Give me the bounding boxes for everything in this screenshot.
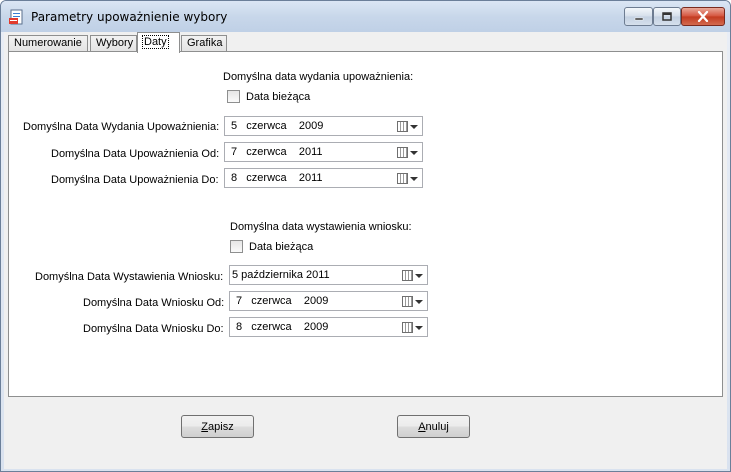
calendar-icon [397, 147, 408, 158]
calendar-icon [402, 270, 413, 281]
date-value: 8 czerwca 2009 [236, 321, 329, 333]
calendar-icon [397, 121, 408, 132]
date-picker-application-from[interactable]: 7 czerwca 2009 [229, 291, 428, 311]
field-label-application-to: Domyślna Data Wniosku Do: [83, 323, 224, 335]
cancel-button[interactable]: Anuluj [397, 415, 470, 438]
date-picker-application-date[interactable]: 5 października 2011 [229, 265, 428, 285]
dialog-client: Numerowanie Wybory Daty Grafika Domyślna… [4, 32, 727, 469]
date-picker-authorization-to[interactable]: 8 czerwca 2011 [224, 168, 423, 188]
date-value: 5 czerwca 2009 [231, 120, 324, 132]
close-button[interactable] [681, 7, 725, 26]
date-picker-authorization-from[interactable]: 7 czerwca 2011 [224, 142, 423, 162]
tab-label: Grafika [187, 37, 223, 49]
save-button[interactable]: Zapisz [181, 415, 254, 438]
save-button-label: Zapisz [201, 420, 234, 433]
current-date-checkbox[interactable] [227, 90, 240, 103]
current-date-checkbox-row[interactable]: Data bieżąca [227, 90, 310, 103]
tab-label: Daty [142, 35, 169, 49]
chevron-down-icon [415, 273, 423, 278]
maximize-icon [662, 12, 672, 21]
field-label-application-from: Domyślna Data Wniosku Od: [83, 297, 225, 309]
calendar-dropdown[interactable] [402, 321, 424, 334]
chevron-down-icon [410, 150, 418, 155]
checkbox-label: Data bieżąca [246, 90, 311, 103]
document-app-icon [9, 9, 23, 25]
chevron-down-icon [415, 325, 423, 330]
tab-wybory[interactable]: Wybory [90, 35, 137, 52]
calendar-icon [402, 296, 413, 307]
checkbox-label: Data bieżąca [249, 240, 314, 253]
chevron-down-icon [415, 299, 423, 304]
date-value: 5 października 2011 [232, 269, 330, 281]
tab-label: Numerowanie [14, 37, 82, 49]
current-date-checkbox-row[interactable]: Data bieżąca [230, 240, 313, 253]
calendar-icon [397, 173, 408, 184]
tab-numerowanie[interactable]: Numerowanie [8, 35, 88, 52]
tab-panel-daty: Domyślna data wydania upoważnienia: Data… [8, 51, 723, 397]
current-date-checkbox[interactable] [230, 240, 243, 253]
window-title: Parametry upoważnienie wybory [31, 10, 228, 24]
maximize-button[interactable] [653, 7, 681, 26]
calendar-dropdown[interactable] [397, 172, 419, 185]
date-picker-issue-date[interactable]: 5 czerwca 2009 [224, 116, 423, 136]
minimize-button[interactable] [624, 7, 653, 26]
date-value: 7 czerwca 2011 [231, 146, 323, 158]
tab-daty[interactable]: Daty [137, 32, 180, 53]
section-header-application-date: Domyślna data wystawienia wniosku: [230, 221, 412, 233]
date-value: 7 czerwca 2009 [236, 295, 329, 307]
cancel-button-label: Anuluj [418, 420, 449, 433]
calendar-dropdown[interactable] [397, 120, 419, 133]
field-label-application-date: Domyślna Data Wystawienia Wniosku: [35, 271, 224, 283]
date-picker-application-to[interactable]: 8 czerwca 2009 [229, 317, 428, 337]
calendar-dropdown[interactable] [402, 269, 424, 282]
close-icon [697, 11, 709, 22]
chevron-down-icon [410, 124, 418, 129]
window: Parametry upoważnienie wybory Numerowani… [0, 0, 731, 472]
calendar-dropdown[interactable] [402, 295, 424, 308]
tab-grafika[interactable]: Grafika [181, 35, 227, 52]
calendar-icon [402, 322, 413, 333]
field-label-issue-date: Domyślna Data Wydania Upoważnienia: [23, 121, 220, 133]
field-label-authorization-to: Domyślna Data Upoważnienia Do: [51, 174, 219, 186]
chevron-down-icon [410, 176, 418, 181]
date-value: 8 czerwca 2011 [231, 172, 323, 184]
calendar-dropdown[interactable] [397, 146, 419, 159]
section-header-issue-date: Domyślna data wydania upoważnienia: [223, 71, 414, 83]
minimize-icon [634, 17, 643, 20]
title-bar[interactable]: Parametry upoważnienie wybory [1, 1, 730, 32]
tab-label: Wybory [96, 37, 134, 49]
field-label-authorization-from: Domyślna Data Upoważnienia Od: [51, 148, 220, 160]
